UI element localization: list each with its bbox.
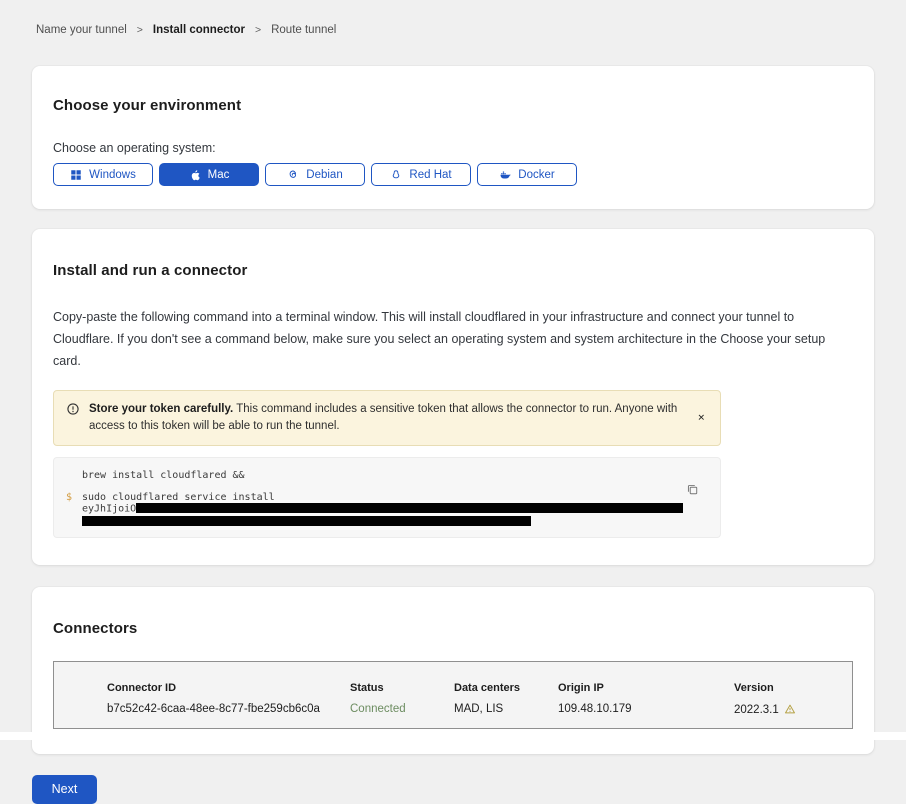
col-header-version: Version [734,682,842,694]
breadcrumb-separator: > [255,24,261,36]
code-line-token: eyJhIjoiO [82,503,683,515]
install-connector-card: Install and run a connector Copy-paste t… [32,229,874,565]
connectors-card-title: Connectors [53,620,853,637]
info-icon [66,402,80,435]
breadcrumb-step-route-tunnel[interactable]: Route tunnel [271,24,336,36]
close-icon[interactable]: ✕ [695,411,707,426]
code-indent [66,470,82,481]
col-header-origin-ip: Origin IP [558,682,734,694]
docker-icon [499,169,511,181]
os-button-redhat[interactable]: Red Hat [371,163,471,186]
install-command-codeblock: brew install cloudflared && $ sudo cloud… [53,457,721,538]
debian-icon [287,169,299,181]
origin-ip-value: 109.48.10.179 [558,703,734,718]
col-header-connector-id: Connector ID [107,682,350,694]
os-button-label: Mac [208,169,230,181]
col-header-data-centers: Data centers [454,682,558,694]
data-centers-value: MAD, LIS [454,703,558,718]
os-button-docker[interactable]: Docker [477,163,577,186]
copy-icon[interactable] [686,483,699,496]
os-select-label: Choose an operating system: [53,141,853,155]
version-value: 2022.3.1 [734,703,842,718]
token-warning-banner: Store your token carefully.This command … [53,390,721,446]
col-header-status: Status [350,682,454,694]
os-button-label: Red Hat [409,169,451,181]
os-button-windows[interactable]: Windows [53,163,153,186]
environment-card: Choose your environment Choose an operat… [32,66,874,209]
redacted-token-bar [136,503,683,513]
breadcrumb: Name your tunnel > Install connector > R… [0,0,906,36]
token-warning-title: Store your token carefully. [89,403,233,415]
apple-icon [189,169,201,181]
connectors-table: Connector ID Status Data centers Origin … [53,661,853,729]
token-warning-text: Store your token carefully.This command … [89,401,684,435]
breadcrumb-step-name-tunnel[interactable]: Name your tunnel [36,24,127,36]
os-button-mac[interactable]: Mac [159,163,259,186]
breadcrumb-separator: > [137,24,143,36]
windows-icon [70,169,82,181]
redacted-token-bar [82,516,531,526]
os-button-label: Windows [89,169,136,181]
environment-card-title: Choose your environment [53,97,853,114]
code-line-brew: brew install cloudflared && [82,470,245,481]
redhat-icon [390,169,402,181]
install-description: Copy-paste the following command into a … [53,306,850,372]
bottom-strip [0,732,906,740]
connector-id-value: b7c52c42-6caa-48ee-8c77-fbe259cb6c0a [107,703,350,718]
breadcrumb-step-install-connector[interactable]: Install connector [153,24,245,36]
status-badge: Connected [350,703,454,718]
os-button-debian[interactable]: Debian [265,163,365,186]
shell-prompt: $ [66,492,82,527]
next-button[interactable]: Next [32,775,97,804]
os-button-label: Docker [518,169,554,181]
os-button-group: Windows Mac Debian Red Hat Docker [53,163,853,186]
os-button-label: Debian [306,169,342,181]
install-card-title: Install and run a connector [53,262,853,279]
code-line-sudo: sudo cloudflared service install [82,492,683,503]
warning-triangle-icon [784,703,796,718]
connectors-card: Connectors Connector ID Status Data cent… [32,587,874,754]
